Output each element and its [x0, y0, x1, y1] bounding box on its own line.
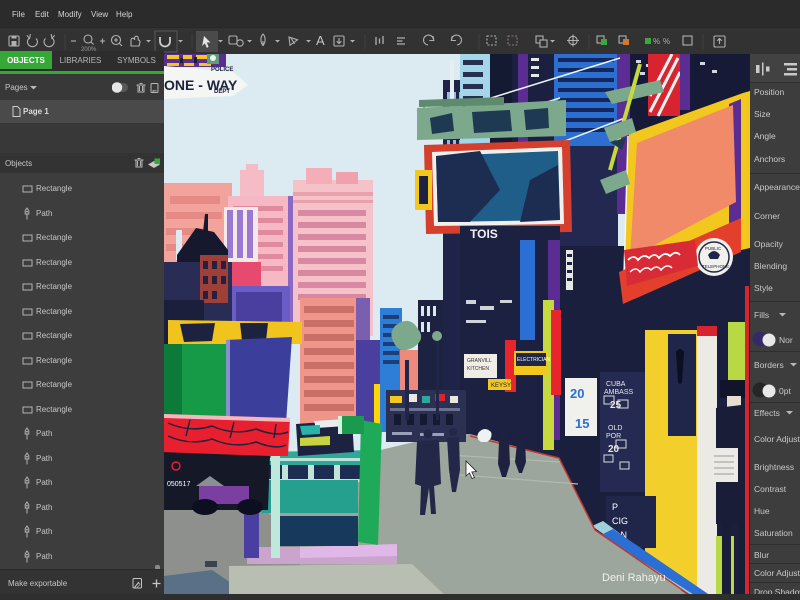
svg-text:050517: 050517 [167, 481, 190, 488]
svg-text:15: 15 [575, 416, 589, 431]
svg-text:GRANVILL: GRANVILL [467, 358, 492, 364]
svg-text:Deni Rahayu: Deni Rahayu [602, 572, 666, 584]
svg-text:25: 25 [610, 400, 622, 411]
svg-text:CIG: CIG [612, 516, 628, 526]
svg-text:P: P [612, 502, 618, 512]
svg-text:PUBLIC: PUBLIC [705, 246, 722, 251]
svg-text:20: 20 [608, 444, 620, 455]
svg-text:POR: POR [606, 433, 621, 440]
svg-text:CUBA: CUBA [606, 381, 626, 388]
svg-text:ELECTRICIAN: ELECTRICIAN [517, 357, 550, 363]
svg-text:20: 20 [570, 386, 584, 401]
svg-text:A: A [316, 33, 325, 48]
svg-text:POLICE: POLICE [211, 67, 233, 73]
svg-text:KEYSY: KEYSY [491, 383, 511, 389]
svg-text:TELEPHONE: TELEPHONE [702, 264, 729, 269]
svg-text:DEPT: DEPT [214, 89, 230, 95]
svg-text:Nor: Nor [779, 335, 793, 345]
svg-text:KITCHEN: KITCHEN [467, 366, 489, 372]
svg-text:OLD: OLD [608, 425, 622, 432]
svg-text:TOIS: TOIS [470, 227, 498, 241]
svg-text:%: % [653, 37, 660, 46]
svg-text:2: 2 [137, 581, 141, 590]
svg-text:%: % [663, 37, 670, 46]
svg-text:AMBASS: AMBASS [604, 389, 634, 396]
svg-text:0pt: 0pt [779, 386, 791, 396]
